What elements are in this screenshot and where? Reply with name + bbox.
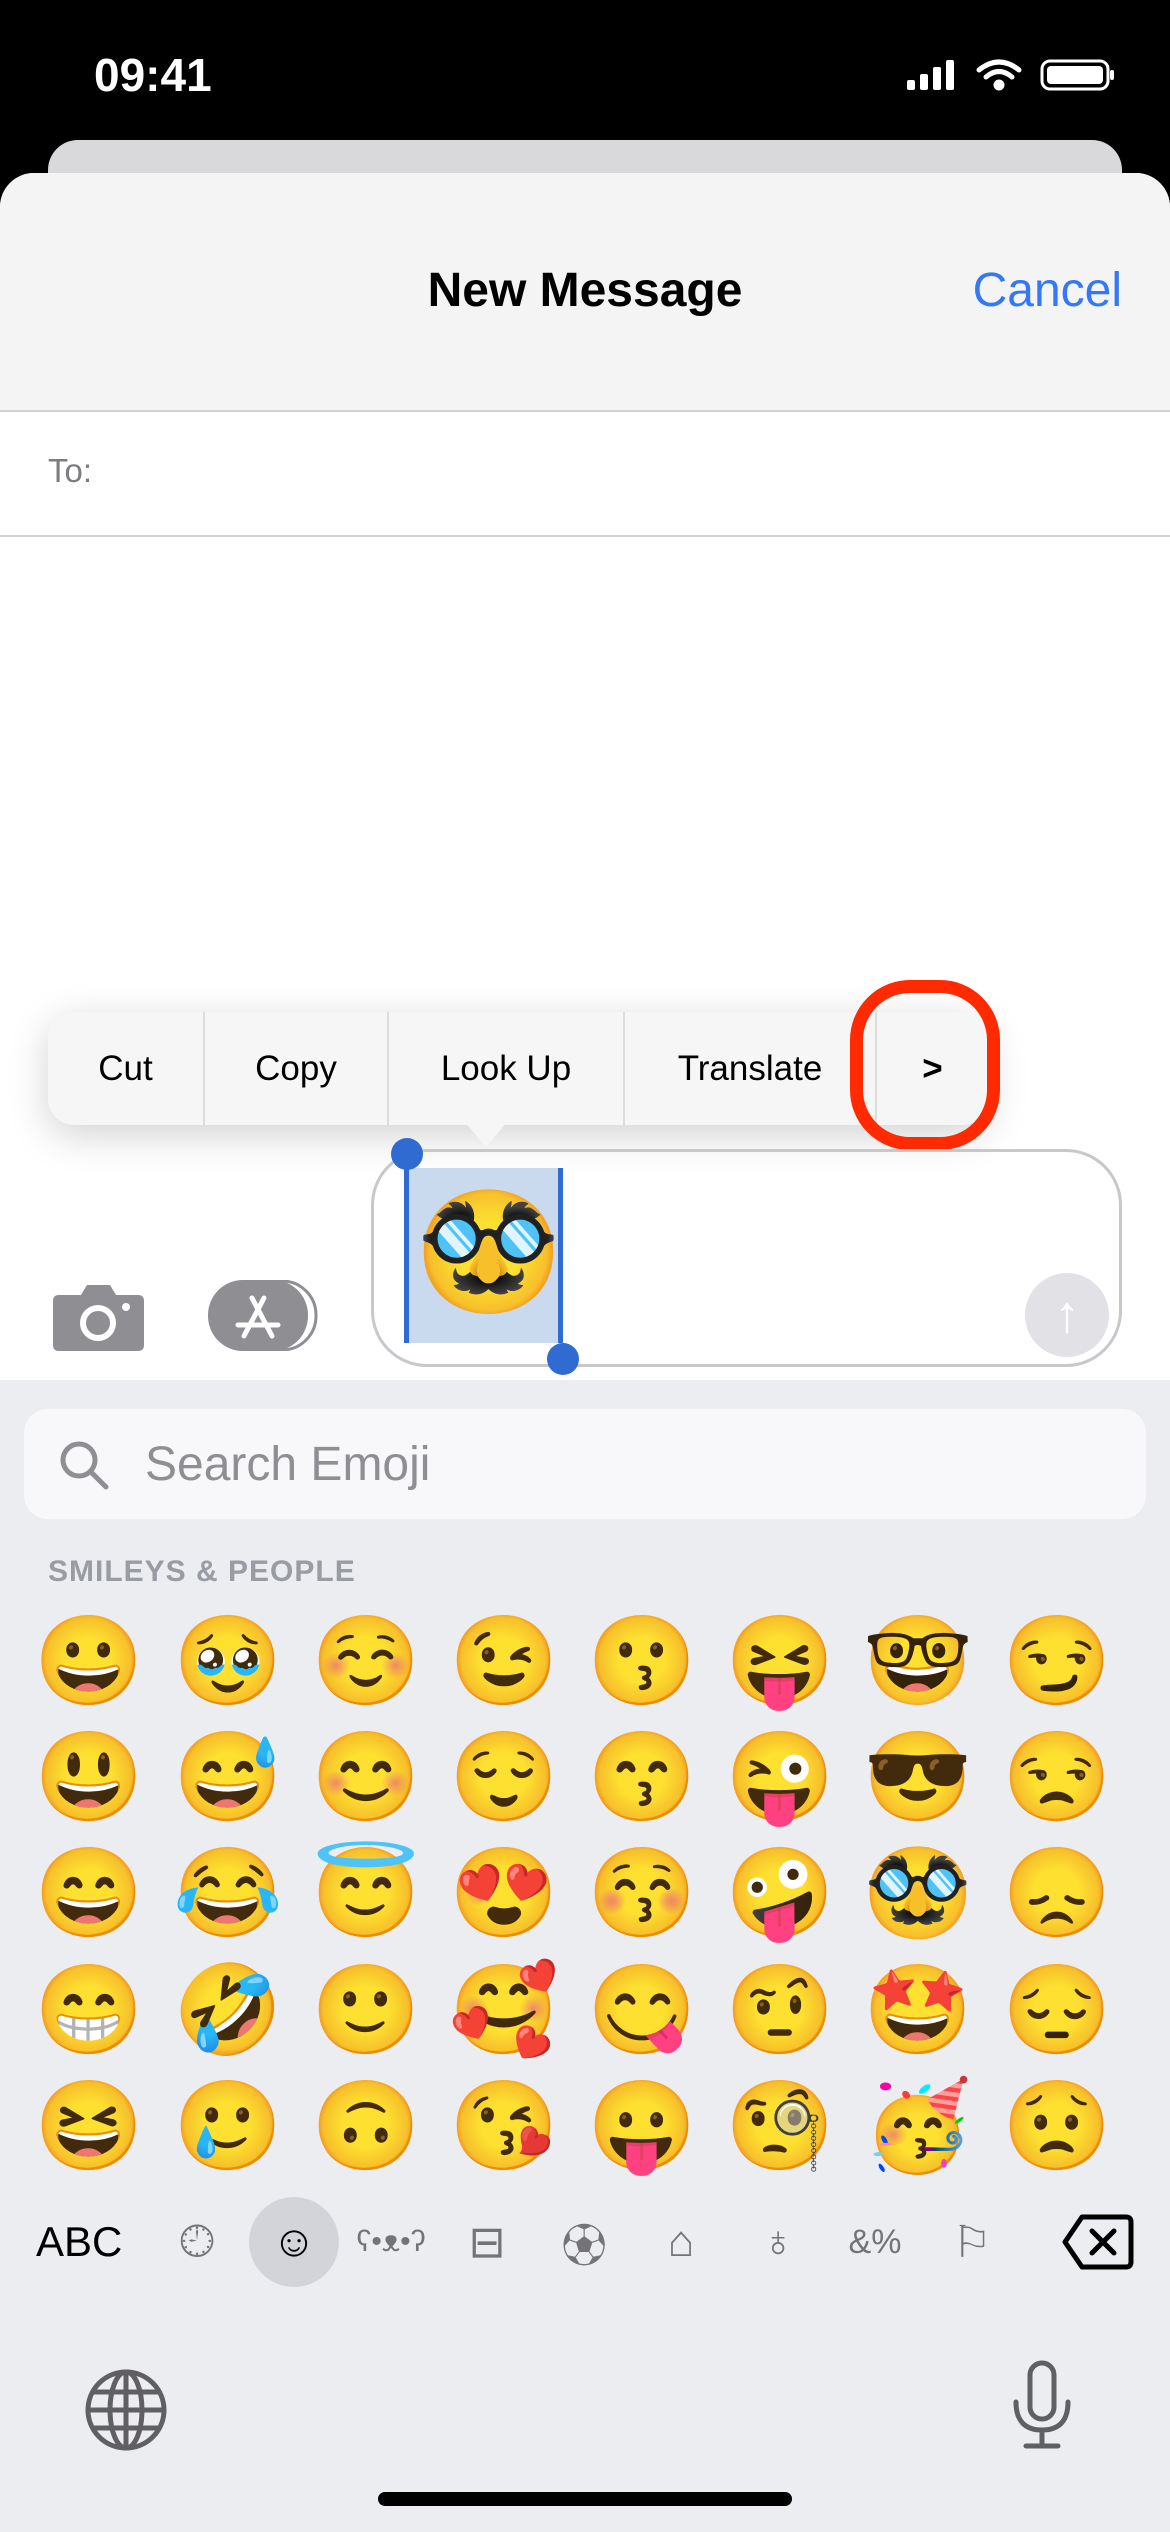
emoji-key[interactable]: 🥰 <box>446 1952 562 2068</box>
battery-icon <box>1040 59 1114 91</box>
emoji-key[interactable]: 😟 <box>999 2068 1115 2184</box>
highlight-circle <box>850 980 1000 1150</box>
emoji-key[interactable]: 😊 <box>308 1719 424 1835</box>
selected-emoji: 🥸 <box>415 1186 562 1318</box>
status-time: 09:41 <box>94 49 212 101</box>
emoji-key[interactable]: 😒 <box>999 1719 1115 1835</box>
arrow-up-icon: ↑ <box>1054 1286 1080 1344</box>
emoji-key[interactable]: 🙂 <box>308 1952 424 2068</box>
emoji-key[interactable]: 😃 <box>31 1719 147 1835</box>
home-indicator[interactable] <box>378 2492 792 2506</box>
emoji-key[interactable]: 😙 <box>584 1719 700 1835</box>
edit-menu: Cut Copy Look Up Translate > <box>48 1012 988 1125</box>
emoji-keyboard: Search Emoji SMILEYS & PEOPLE 😀 🥹 ☺️ 😉 😗 😝 🤓 😏 😃… <box>0 1380 1170 2532</box>
emoji-key[interactable]: 🤣 <box>170 1952 286 2068</box>
emoji-key[interactable]: 😘 <box>446 2068 562 2184</box>
emoji-key[interactable]: 😋 <box>584 1952 700 2068</box>
emoji-key[interactable]: 😚 <box>584 1835 700 1951</box>
emoji-key[interactable]: 😗 <box>584 1603 700 1719</box>
flags-icon[interactable]: ⚐ <box>927 2197 1017 2287</box>
activity-icon[interactable]: ⚽︎ <box>539 2197 629 2287</box>
emoji-key[interactable]: 🥳 <box>860 2068 976 2184</box>
symbols-icon[interactable]: &% <box>830 2197 920 2287</box>
selection-end-handle[interactable] <box>547 1343 579 1375</box>
emoji-key[interactable]: 😄 <box>31 1835 147 1951</box>
delete-icon[interactable] <box>1062 2214 1134 2270</box>
emoji-key[interactable]: 😝 <box>722 1603 838 1719</box>
emoji-key[interactable]: 😌 <box>446 1719 562 1835</box>
app-store-icon[interactable] <box>208 1280 318 1351</box>
emoji-key[interactable]: 🧐 <box>722 2068 838 2184</box>
camera-icon[interactable] <box>53 1283 144 1351</box>
cellular-signal-icon <box>907 60 954 90</box>
selection-start-handle[interactable] <box>391 1138 423 1170</box>
recent-icon[interactable]: 🕘︎ <box>152 2197 242 2287</box>
globe-icon[interactable] <box>84 2368 168 2452</box>
emoji-key[interactable]: 🤪 <box>722 1835 838 1951</box>
recipient-field[interactable]: To: <box>0 412 1170 537</box>
new-message-sheet: New Message Cancel To: Cut Copy Look Up … <box>0 173 1170 2532</box>
emoji-search-input[interactable]: Search Emoji <box>24 1409 1146 1519</box>
emoji-key[interactable]: 😔 <box>999 1952 1115 2068</box>
emoji-key[interactable]: 😛 <box>584 2068 700 2184</box>
search-icon <box>60 1441 109 1490</box>
status-bar: 09:41 <box>0 0 1170 140</box>
emoji-key[interactable]: 😉 <box>446 1603 562 1719</box>
emoji-key[interactable]: 😜 <box>722 1719 838 1835</box>
emoji-key[interactable]: 😏 <box>999 1603 1115 1719</box>
emoji-key[interactable]: 🥹 <box>170 1603 286 1719</box>
emoji-key[interactable]: 😎 <box>860 1719 976 1835</box>
cancel-button[interactable]: Cancel <box>973 263 1122 318</box>
animals-icon[interactable]: ʕ•ᴥ•ʔ <box>346 2197 436 2287</box>
status-icons <box>907 59 1114 91</box>
emoji-key[interactable]: 🙃 <box>308 2068 424 2184</box>
food-icon[interactable]: ⊟ <box>442 2197 532 2287</box>
abc-button[interactable]: ABC <box>36 2197 122 2287</box>
sheet-header: New Message Cancel <box>0 173 1170 412</box>
emoji-key[interactable]: 🤨 <box>722 1952 838 2068</box>
emoji-key[interactable]: ☺️ <box>308 1603 424 1719</box>
travel-icon[interactable]: ⌂ <box>636 2197 726 2287</box>
emoji-key[interactable]: 😁 <box>31 1952 147 2068</box>
emoji-key[interactable]: 😆 <box>31 2068 147 2184</box>
menu-item-look-up[interactable]: Look Up <box>389 1012 625 1125</box>
menu-item-copy[interactable]: Copy <box>205 1012 389 1125</box>
search-placeholder: Search Emoji <box>145 1438 431 1491</box>
menu-item-translate[interactable]: Translate <box>625 1012 877 1125</box>
emoji-key[interactable]: 😇 <box>308 1835 424 1951</box>
text-selection: 🥸 <box>404 1168 563 1343</box>
smileys-icon[interactable]: ☺︎ <box>249 2197 339 2287</box>
emoji-key[interactable]: 🥸 <box>860 1835 976 1951</box>
emoji-key[interactable]: 😍 <box>446 1835 562 1951</box>
emoji-key[interactable]: 😅 <box>170 1719 286 1835</box>
emoji-key[interactable]: 🤩 <box>860 1952 976 2068</box>
menu-item-cut[interactable]: Cut <box>48 1012 205 1125</box>
menu-pointer <box>464 1121 508 1147</box>
send-button[interactable]: ↑ <box>1025 1273 1109 1357</box>
emoji-key[interactable]: 😞 <box>999 1835 1115 1951</box>
emoji-key[interactable]: 😂 <box>170 1835 286 1951</box>
emoji-key[interactable]: 🤓 <box>860 1603 976 1719</box>
emoji-key[interactable]: 🥲 <box>170 2068 286 2184</box>
objects-icon[interactable]: ♁ <box>733 2197 823 2287</box>
to-label: To: <box>48 452 93 489</box>
category-title: SMILEYS & PEOPLE <box>48 1555 356 1588</box>
wifi-icon <box>976 59 1022 91</box>
emoji-key[interactable]: 😀 <box>31 1603 147 1719</box>
microphone-icon[interactable] <box>1010 2360 1074 2450</box>
